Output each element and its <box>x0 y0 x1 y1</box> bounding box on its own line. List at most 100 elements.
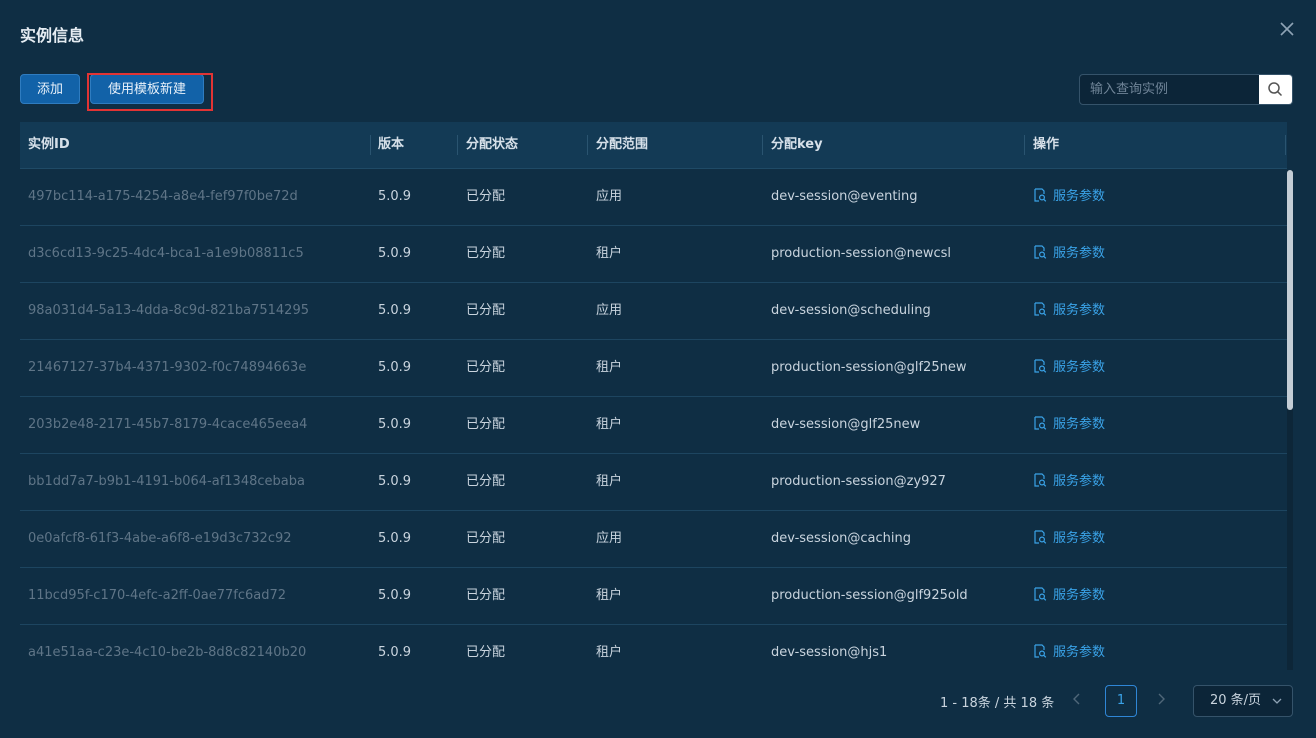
table-row: bb1dd7a7-b9b1-4191-b064-af1348cebaba 5.0.… <box>20 454 1287 511</box>
close-button[interactable] <box>1276 18 1298 40</box>
cell-instance-id: 203b2e48-2171-45b7-8179-4cace465eea4 <box>28 417 308 432</box>
cell-status: 已分配 <box>466 645 506 660</box>
pagination-total: 1 - 18条 / 共 18 条 <box>940 696 1055 711</box>
service-params-link[interactable]: 服务参数 <box>1033 245 1106 261</box>
cell-action: 服务参数 <box>1025 625 1287 670</box>
instance-table: 实例ID 版本 分配状态 分配范围 分配key 操作 497bc114-a175… <box>20 122 1287 670</box>
dialog-title: 实例信息 <box>20 26 85 45</box>
table-row: a41e51aa-c23e-4c10-be2b-8d8c82140b20 5.0.… <box>20 625 1287 670</box>
cell-scope: 租户 <box>596 417 623 432</box>
document-search-icon <box>1034 416 1047 430</box>
service-params-link[interactable]: 服务参数 <box>1033 302 1106 318</box>
column-header-id: 实例ID <box>28 137 70 152</box>
column-header-scope: 分配范围 <box>596 137 649 152</box>
table-row: d3c6cd13-9c25-4dc4-bca1-a1e9b08811c5 5.0.… <box>20 226 1287 283</box>
cell-key: production-session@glf925old <box>771 588 968 603</box>
table-row: 21467127-37b4-4371-9302-f0c74894663e 5.0.… <box>20 340 1287 397</box>
table-row: 0e0afcf8-61f3-4abe-a6f8-e19d3c732c92 5.0.… <box>20 511 1287 568</box>
cell-version: 5.0.9 <box>378 303 412 318</box>
cell-key: dev-session@caching <box>771 531 912 546</box>
cell-version: 5.0.9 <box>378 588 412 603</box>
search-icon <box>1268 82 1283 97</box>
cell-action: 服务参数 <box>1025 169 1287 225</box>
cell-scope: 租户 <box>596 474 623 489</box>
cell-status: 已分配 <box>466 303 506 318</box>
column-header-status: 分配状态 <box>466 137 519 152</box>
add-button[interactable]: 添加 <box>20 74 80 104</box>
cell-action: 服务参数 <box>1025 340 1287 396</box>
page-size-select[interactable]: 20 条/页 <box>1193 685 1293 717</box>
chevron-right-icon <box>1158 693 1165 705</box>
create-from-template-button[interactable]: 使用模板新建 <box>90 74 204 104</box>
scrollbar-thumb[interactable] <box>1287 170 1293 410</box>
service-params-link[interactable]: 服务参数 <box>1033 530 1106 546</box>
cell-action: 服务参数 <box>1025 568 1287 624</box>
document-search-icon <box>1034 359 1047 373</box>
cell-version: 5.0.9 <box>378 246 412 261</box>
document-search-icon <box>1034 473 1047 487</box>
service-params-link[interactable]: 服务参数 <box>1033 359 1106 375</box>
cell-status: 已分配 <box>466 246 506 261</box>
cell-instance-id: 21467127-37b4-4371-9302-f0c74894663e <box>28 360 307 375</box>
cell-status: 已分配 <box>466 417 506 432</box>
chevron-down-icon <box>1272 686 1282 728</box>
cell-action: 服务参数 <box>1025 454 1287 510</box>
document-search-icon <box>1034 245 1047 259</box>
search-input[interactable] <box>1080 75 1260 104</box>
service-params-label: 服务参数 <box>1053 360 1106 375</box>
cell-key: dev-session@hjs1 <box>771 645 888 660</box>
cell-key: production-session@glf25new <box>771 360 967 375</box>
cell-scope: 租户 <box>596 360 623 375</box>
cell-version: 5.0.9 <box>378 531 412 546</box>
service-params-label: 服务参数 <box>1053 474 1106 489</box>
cell-scope: 租户 <box>596 645 623 660</box>
cell-instance-id: d3c6cd13-9c25-4dc4-bca1-a1e9b08811c5 <box>28 246 304 261</box>
close-icon <box>1280 22 1294 36</box>
cell-status: 已分配 <box>466 588 506 603</box>
service-params-label: 服务参数 <box>1053 588 1106 603</box>
cell-status: 已分配 <box>466 189 506 204</box>
column-header-version: 版本 <box>378 137 405 152</box>
cell-status: 已分配 <box>466 360 506 375</box>
prev-page-button[interactable] <box>1072 692 1082 710</box>
cell-key: dev-session@glf25new <box>771 417 921 432</box>
cell-key: dev-session@scheduling <box>771 303 931 318</box>
cell-action: 服务参数 <box>1025 511 1287 567</box>
cell-version: 5.0.9 <box>378 645 412 660</box>
cell-version: 5.0.9 <box>378 189 412 204</box>
service-params-link[interactable]: 服务参数 <box>1033 587 1106 603</box>
cell-version: 5.0.9 <box>378 474 412 489</box>
cell-scope: 租户 <box>596 588 623 603</box>
document-search-icon <box>1034 188 1047 202</box>
service-params-label: 服务参数 <box>1053 246 1106 261</box>
service-params-link[interactable]: 服务参数 <box>1033 473 1106 489</box>
cell-status: 已分配 <box>466 531 506 546</box>
service-params-link[interactable]: 服务参数 <box>1033 644 1106 660</box>
table-header: 实例ID 版本 分配状态 分配范围 分配key 操作 <box>20 122 1287 169</box>
service-params-label: 服务参数 <box>1053 303 1106 318</box>
chevron-left-icon <box>1073 693 1080 705</box>
cell-scope: 租户 <box>596 246 623 261</box>
page-number-current[interactable]: 1 <box>1105 685 1137 717</box>
service-params-label: 服务参数 <box>1053 417 1106 432</box>
cell-instance-id: 11bcd95f-c170-4efc-a2ff-0ae77fc6ad72 <box>28 588 287 603</box>
search-button[interactable] <box>1259 75 1292 104</box>
service-params-link[interactable]: 服务参数 <box>1033 416 1106 432</box>
table-row: 203b2e48-2171-45b7-8179-4cace465eea4 5.0.… <box>20 397 1287 454</box>
table-row: 11bcd95f-c170-4efc-a2ff-0ae77fc6ad72 5.0.… <box>20 568 1287 625</box>
document-search-icon <box>1034 302 1047 316</box>
service-params-label: 服务参数 <box>1053 645 1106 660</box>
column-header-key: 分配key <box>771 137 823 152</box>
service-params-label: 服务参数 <box>1053 531 1106 546</box>
cell-status: 已分配 <box>466 474 506 489</box>
cell-scope: 应用 <box>596 531 623 546</box>
cell-scope: 应用 <box>596 189 623 204</box>
cell-key: dev-session@eventing <box>771 189 918 204</box>
search-box <box>1079 74 1293 105</box>
table-body: 497bc114-a175-4254-a8e4-fef97f0be72d 5.0.… <box>20 169 1287 670</box>
cell-key: production-session@newcsl <box>771 246 952 261</box>
service-params-link[interactable]: 服务参数 <box>1033 188 1105 204</box>
column-header-action: 操作 <box>1033 137 1060 152</box>
next-page-button[interactable] <box>1156 692 1166 710</box>
instance-info-dialog: 实例信息 添加 使用模板新建 实例ID 版本 分配状态 分配范围 分配key <box>0 0 1316 738</box>
